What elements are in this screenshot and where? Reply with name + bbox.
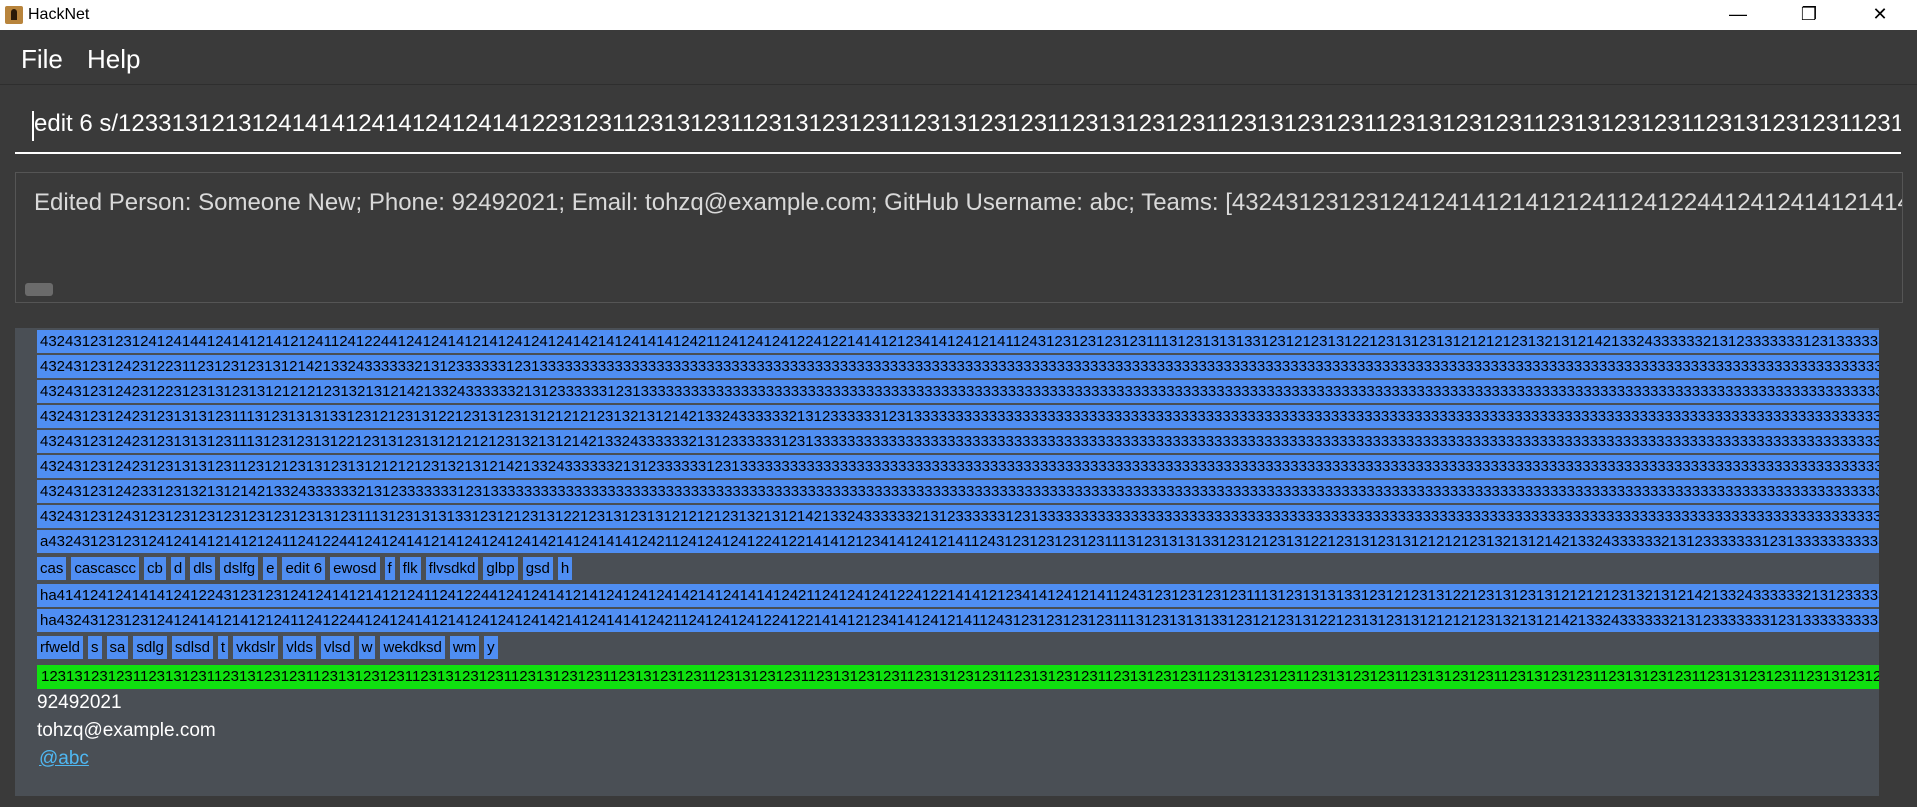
team-tag: 4324312312423122312313123131212121231321… — [37, 380, 1879, 403]
team-tag: ewosd — [330, 557, 380, 580]
command-text: edit 6 s/1233131213124141412414124124141… — [34, 110, 1901, 137]
team-tag: ha41412412414141241224312312312412414121… — [37, 584, 1879, 607]
team-tag: 4324312312423123131312311231212313123131… — [37, 455, 1879, 478]
person-email: tohzq@example.com — [37, 720, 216, 741]
team-tag: d — [170, 557, 186, 580]
app-icon — [5, 6, 23, 24]
team-tag: flvsdkd — [425, 557, 479, 580]
team-tag: vlsd — [320, 636, 354, 659]
github-link[interactable]: @abc — [37, 745, 1879, 773]
team-tag: sa — [106, 636, 129, 659]
team-tag: cb — [144, 557, 166, 580]
team-tags-block-2: ha41412412414141241224312312312412414121… — [37, 584, 1879, 632]
team-tag: 4324312312431231231231231231231231312311… — [37, 505, 1879, 528]
team-tag: vkdslr — [233, 636, 279, 659]
person-phone: 92492021 — [37, 692, 122, 713]
team-tag: h — [557, 557, 573, 580]
team-tag: f — [384, 557, 395, 580]
team-tag: t — [217, 636, 229, 659]
team-tag: edit 6 — [282, 557, 326, 580]
team-tag: dls — [190, 557, 216, 580]
team-tag: w — [358, 636, 376, 659]
team-tag: 4324312312423312313213121421332433333321… — [37, 480, 1879, 503]
team-tag: 4324312312423123131312311131231231312212… — [37, 430, 1879, 453]
team-tag: 4324312312423122311231231231312142133243… — [37, 355, 1879, 378]
team-tag: e — [263, 557, 278, 580]
team-tag: wekdksd — [380, 636, 445, 659]
team-tag: cas — [37, 557, 67, 580]
window-title: HackNet — [28, 6, 90, 23]
horizontal-scrollbar[interactable] — [25, 283, 53, 296]
highlighted-tag: 1231312312311231312311231312312311231312… — [37, 665, 1879, 689]
command-input[interactable]: edit 6 s/1233131213124141412414124124141… — [15, 100, 1901, 154]
person-list-panel: 4324312312312412414412414121412124112412… — [15, 328, 1879, 796]
menu-bar: File Help — [0, 30, 1917, 85]
title-bar: HackNet — ❐ ✕ — [0, 0, 1917, 30]
team-tag: vlds — [283, 636, 316, 659]
menu-help[interactable]: Help — [87, 44, 140, 75]
person-card[interactable]: 4324312312312412414412414121412124112412… — [37, 328, 1879, 773]
team-tag: 4324312312312412414412414121412124112412… — [37, 330, 1879, 353]
result-display: Edited Person: Someone New; Phone: 92492… — [15, 172, 1903, 303]
team-tag: sdlg — [133, 636, 167, 659]
team-tags-row-short-2: rfweld s sa sdlg sdlsd t vkdslr vlds vlsd w wekdks… — [37, 634, 1879, 661]
result-text: Edited Person: Someone New; Phone: 92492… — [34, 189, 1902, 216]
team-tags-block-1: 4324312312312412414412414121412124112412… — [37, 330, 1879, 553]
team-tag: wm — [449, 636, 480, 659]
menu-file[interactable]: File — [21, 44, 63, 75]
team-tag: flk — [399, 557, 421, 580]
team-tag: rfweld — [37, 636, 84, 659]
team-tag: cascascc — [71, 557, 140, 580]
team-tag: a432431231231241241412141212411241224412… — [37, 530, 1879, 553]
team-tag: s — [88, 636, 102, 659]
maximize-button[interactable]: ❐ — [1781, 0, 1837, 30]
team-tag: glbp — [483, 557, 518, 580]
team-tags-row-short-1: cas cascascc cb d dls dslfg e edit 6 ewosd f flk fl… — [37, 555, 1879, 582]
minimize-button[interactable]: — — [1710, 0, 1766, 30]
team-tag: dslfg — [220, 557, 259, 580]
team-tag: y — [484, 636, 498, 659]
team-tag: gsd — [522, 557, 553, 580]
team-tag: 4324312312423123131312311131231313133123… — [37, 405, 1879, 428]
team-tag: ha43243123123124124141214121241124122441… — [37, 609, 1879, 632]
close-button[interactable]: ✕ — [1852, 0, 1908, 30]
team-tag: sdlsd — [171, 636, 213, 659]
